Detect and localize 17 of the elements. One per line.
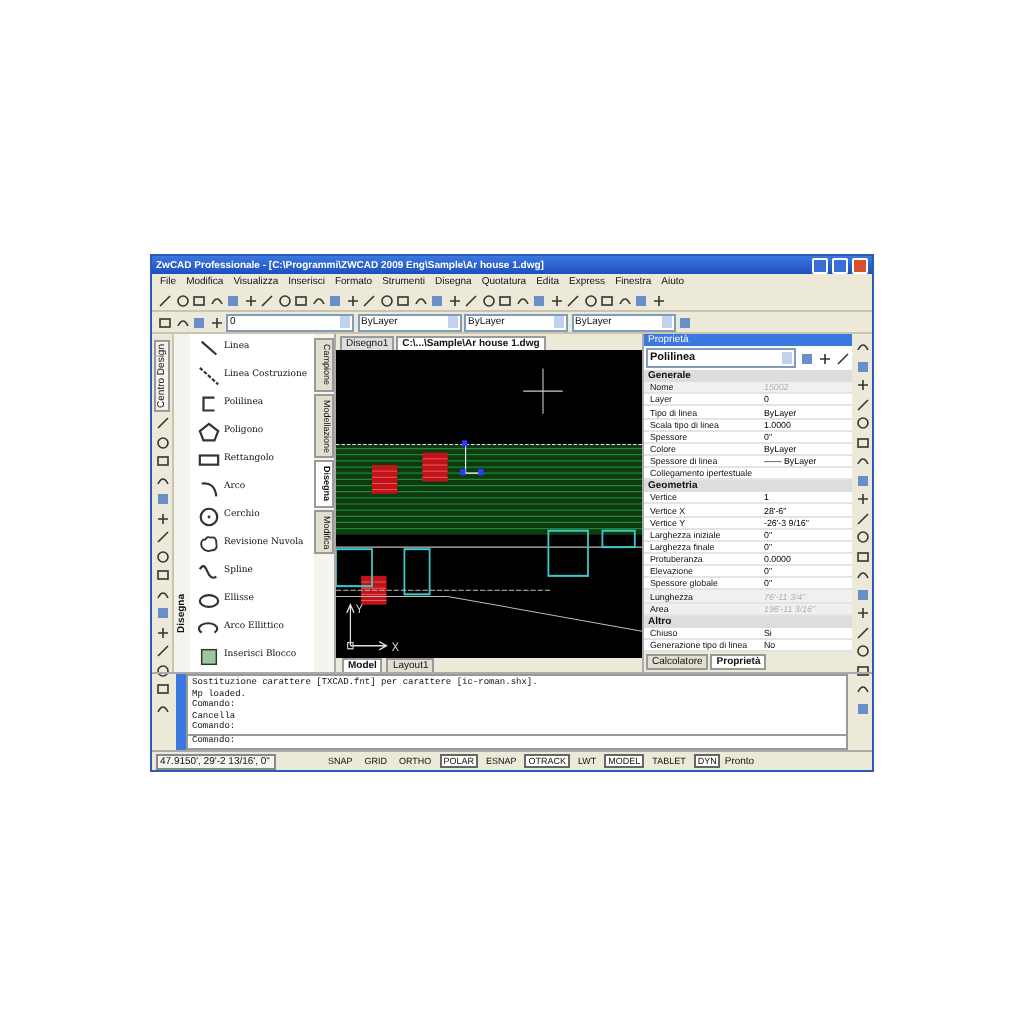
circle-icon xyxy=(198,506,220,528)
block-icon xyxy=(198,646,220,668)
ellipse-icon xyxy=(198,590,220,612)
rectangle-icon xyxy=(198,450,220,472)
command-bar-handle[interactable] xyxy=(176,674,186,750)
minimize-button[interactable] xyxy=(812,257,828,273)
maximize-button[interactable] xyxy=(832,257,848,273)
close-button[interactable] xyxy=(852,257,868,273)
line-icon xyxy=(198,338,220,360)
spline-icon xyxy=(198,562,220,584)
arc-icon xyxy=(198,478,220,500)
crosshair-icon xyxy=(522,367,564,415)
cloud-icon xyxy=(198,534,220,556)
polygon-icon xyxy=(198,422,220,444)
polyline-icon xyxy=(198,394,220,416)
ucs-icon xyxy=(346,602,388,651)
dashed-line-icon xyxy=(198,366,220,388)
